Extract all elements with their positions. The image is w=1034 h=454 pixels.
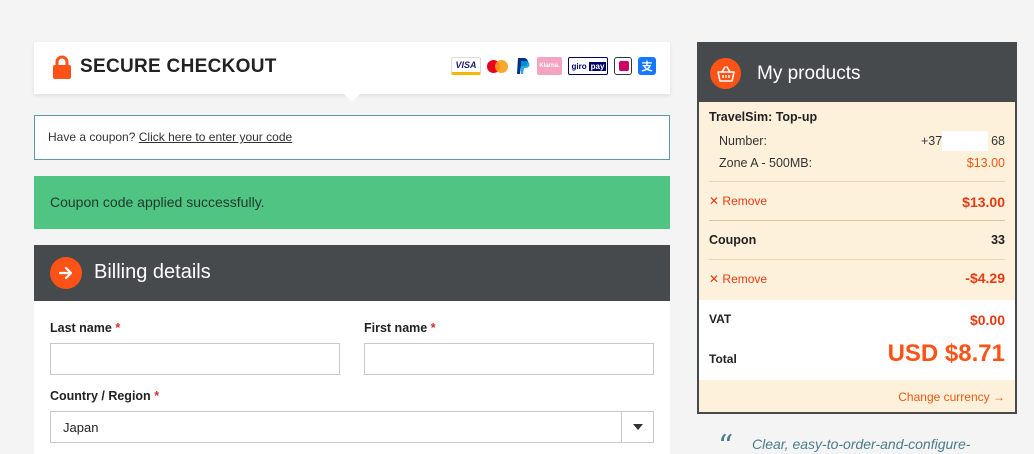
my-products-title: My products xyxy=(757,63,861,84)
coupon-discount: -$4.29 xyxy=(965,270,1005,286)
quote-icon: “ xyxy=(718,429,734,454)
giropay-text-giro: giro xyxy=(571,61,587,71)
last-name-label-text: Last name xyxy=(50,321,112,335)
arrow-right-icon xyxy=(50,257,82,289)
mastercard-icon xyxy=(487,57,509,75)
coupon-success-notice: Coupon code applied successfully. xyxy=(34,176,670,229)
secure-checkout-title: SECURE CHECKOUT xyxy=(80,56,277,77)
visa-icon: VISA xyxy=(451,57,481,75)
basket-icon xyxy=(710,58,741,89)
number-value-suffix: 68 xyxy=(991,134,1005,148)
divider xyxy=(709,220,1005,221)
number-label: Number: xyxy=(719,134,767,148)
country-label-text: Country / Region xyxy=(50,389,151,403)
required-mark: * xyxy=(154,389,160,403)
paypal-icon xyxy=(517,58,530,74)
required-mark: * xyxy=(430,321,436,335)
billing-details-title: Billing details xyxy=(94,261,211,283)
first-name-label-text: First name xyxy=(364,321,428,335)
item-total: $13.00 xyxy=(962,194,1005,210)
success-message: Coupon code applied successfully. xyxy=(50,194,265,210)
divider xyxy=(709,181,1005,182)
testimonial-text: Clear, easy-to-order-and-configure- xyxy=(752,436,971,452)
number-redaction xyxy=(942,131,988,151)
my-products-header: My products xyxy=(699,44,1015,102)
country-select-value: Japan xyxy=(63,420,99,435)
billing-form: Last name * First name * Country / Regio… xyxy=(34,301,670,454)
lock-icon xyxy=(53,55,71,79)
first-name-label: First name * xyxy=(364,321,436,335)
first-name-input[interactable] xyxy=(364,343,654,375)
total-value: USD $8.71 xyxy=(887,340,1005,367)
country-label: Country / Region * xyxy=(50,389,159,403)
enter-coupon-link[interactable]: Click here to enter your code xyxy=(139,130,292,144)
coupon-code: 33 xyxy=(991,233,1005,247)
giropay-text-pay: pay xyxy=(588,61,607,71)
required-mark: * xyxy=(115,321,121,335)
totals-area: VAT $0.00 Total USD $8.71 xyxy=(699,300,1015,380)
zone-row: Zone A - 500MB: $13.00 xyxy=(719,156,1005,170)
vat-value: $0.00 xyxy=(969,312,1005,328)
klarna-icon: Klarna. xyxy=(537,57,562,75)
divider xyxy=(709,259,1005,260)
last-name-label: Last name * xyxy=(50,321,120,335)
country-select[interactable]: Japan xyxy=(50,411,654,443)
zone-price: $13.00 xyxy=(966,156,1005,170)
payment-icons: VISA Klarna. giro pay 支 xyxy=(451,57,656,75)
item-name: TravelSim: Top-up xyxy=(709,110,818,124)
change-currency-link[interactable]: Change currency → xyxy=(898,390,1005,404)
zone-label: Zone A - 500MB: xyxy=(719,156,813,170)
coupon-prompt: Have a coupon? Click here to enter your … xyxy=(34,115,670,160)
billing-details-header: Billing details xyxy=(34,245,670,301)
coupon-prompt-text: Have a coupon? xyxy=(48,130,136,144)
last-name-input[interactable] xyxy=(50,343,340,375)
change-currency-label: Change currency xyxy=(898,390,990,404)
secure-checkout-header: SECURE CHECKOUT VISA Klarna. giro pay 支 xyxy=(34,42,670,102)
arrow-right-icon: → xyxy=(993,390,1005,404)
giropay-icon: giro pay xyxy=(568,57,608,75)
chevron-down-icon[interactable] xyxy=(621,412,653,442)
number-row: Number: +372 68 xyxy=(719,131,1005,151)
ideal-icon xyxy=(614,57,632,75)
alipay-icon: 支 xyxy=(638,57,656,75)
my-products-panel: My products TravelSim: Top-up Number: +3… xyxy=(697,42,1017,414)
